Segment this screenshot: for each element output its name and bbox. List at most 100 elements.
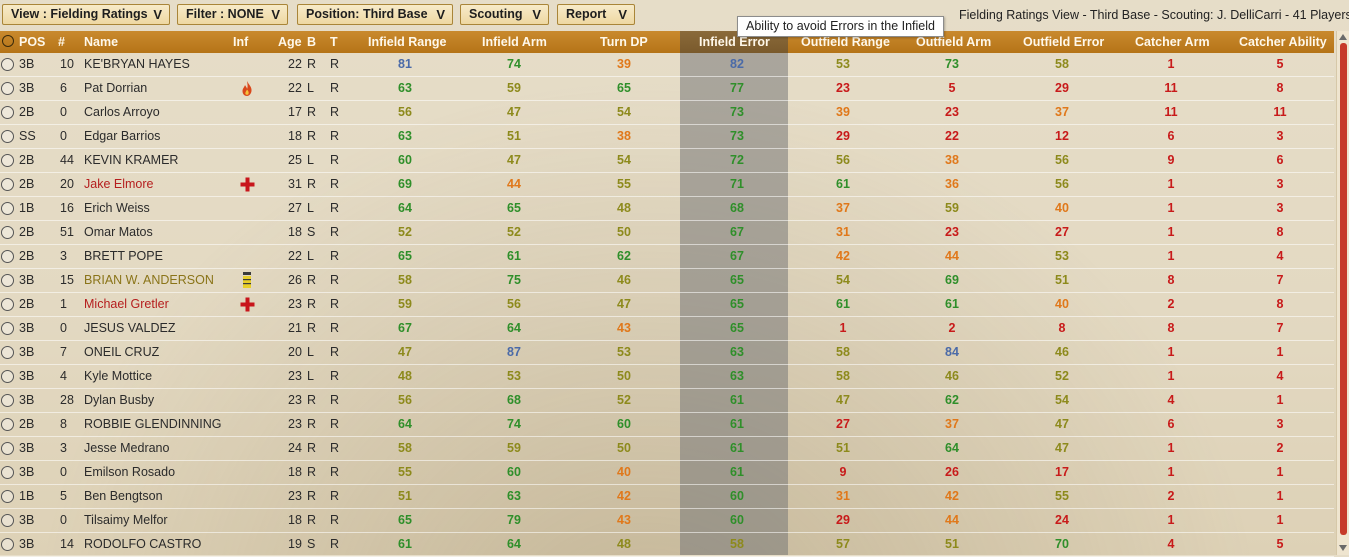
cell-ifr: 63: [398, 81, 412, 95]
table-row[interactable]: 3B 3 Jesse Medrano 24 R R 58 59 50 61 51 64 47 1 2: [0, 437, 1334, 461]
table-row[interactable]: 1B 16 Erich Weiss 27 L R 64 65 48 68 37 59 40 1 3: [0, 197, 1334, 221]
cell-ca: 6: [1167, 417, 1175, 431]
header-throws[interactable]: T: [330, 31, 338, 53]
row-select-radio[interactable]: [1, 322, 14, 335]
cell-name[interactable]: KEVIN KRAMER: [84, 149, 178, 172]
row-select-radio[interactable]: [1, 226, 14, 239]
cell-name[interactable]: Tilsaimy Melfor: [84, 509, 168, 532]
row-select-radio[interactable]: [1, 298, 14, 311]
cell-name[interactable]: Edgar Barrios: [84, 125, 160, 148]
table-row[interactable]: 2B 51 Omar Matos 18 S R 52 52 50 67 31 23 27 1 8: [0, 221, 1334, 245]
cell-name[interactable]: ONEIL CRUZ: [84, 341, 159, 364]
row-select-radio[interactable]: [1, 490, 14, 503]
row-select-radio[interactable]: [1, 274, 14, 287]
row-select-radio[interactable]: [1, 106, 14, 119]
view-dropdown[interactable]: View : Fielding Ratings V: [2, 4, 170, 25]
header-infield-range[interactable]: Infield Range: [368, 31, 446, 53]
table-row[interactable]: 2B 44 KEVIN KRAMER 25 L R 60 47 54 72 56 38 56 9 6: [0, 149, 1334, 173]
report-dropdown[interactable]: Report V: [557, 4, 635, 25]
cell-cab: 11: [1273, 105, 1287, 119]
cell-ifr: 69: [398, 177, 412, 191]
row-select-radio[interactable]: [1, 130, 14, 143]
header-turn-dp[interactable]: Turn DP: [600, 31, 648, 53]
table-row[interactable]: 2B 20 Jake Elmore 31 R R 69 44 55 71 61 36 56 1 3: [0, 173, 1334, 197]
table-row[interactable]: 3B 7 ONEIL CRUZ 20 L R 47 87 53 63 58 84 46 1 1: [0, 341, 1334, 365]
header-number[interactable]: #: [58, 31, 65, 53]
cell-name[interactable]: Jake Elmore: [84, 173, 153, 196]
row-select-radio[interactable]: [1, 514, 14, 527]
header-outfield-error[interactable]: Outfield Error: [1023, 31, 1104, 53]
scroll-up-arrow-icon[interactable]: [1339, 34, 1347, 40]
cell-bats: R: [307, 393, 317, 407]
row-select-radio[interactable]: [1, 202, 14, 215]
row-select-radio[interactable]: [1, 250, 14, 263]
cell-name[interactable]: Pat Dorrian: [84, 77, 147, 100]
table-row[interactable]: 3B 0 JESUS VALDEZ 21 R R 67 64 43 65 1 2 8 8 7: [0, 317, 1334, 341]
cell-name[interactable]: Erich Weiss: [84, 197, 150, 220]
table-row[interactable]: 3B 4 Kyle Mottice 23 L R 48 53 50 63 58 46 52 1 4: [0, 365, 1334, 389]
row-select-radio[interactable]: [1, 538, 14, 551]
header-pos[interactable]: POS: [19, 31, 45, 53]
cell-ofr: 31: [836, 489, 850, 503]
cell-name[interactable]: RODOLFO CASTRO: [84, 533, 201, 556]
scroll-down-arrow-icon[interactable]: [1339, 545, 1347, 551]
row-select-radio[interactable]: [1, 466, 14, 479]
table-row[interactable]: 1B 5 Ben Bengtson 23 R R 51 63 42 60 31 42 55 2 1: [0, 485, 1334, 509]
cell-ifr: 81: [398, 57, 412, 71]
table-row[interactable]: 3B 10 KE'BRYAN HAYES 22 R R 81 74 39 82 53 73 58 1 5: [0, 53, 1334, 77]
table-row[interactable]: 2B 3 BRETT POPE 22 L R 65 61 62 67 42 44 53 1 4: [0, 245, 1334, 269]
row-select-radio[interactable]: [1, 58, 14, 71]
cell-ca: 2: [1167, 297, 1175, 311]
cell-name[interactable]: BRIAN W. ANDERSON: [84, 269, 214, 292]
cell-name[interactable]: Kyle Mottice: [84, 365, 152, 388]
row-select-radio[interactable]: [1, 82, 14, 95]
row-select-radio[interactable]: [1, 370, 14, 383]
row-select-radio[interactable]: [1, 154, 14, 167]
select-all-radio-icon[interactable]: [2, 35, 14, 47]
table-row[interactable]: SS 0 Edgar Barrios 18 R R 63 51 38 73 29 22 12 6 3: [0, 125, 1334, 149]
cell-name[interactable]: JESUS VALDEZ: [84, 317, 175, 340]
header-bats[interactable]: B: [307, 31, 316, 53]
table-row[interactable]: 3B 0 Emilson Rosado 18 R R 55 60 40 61 9 26 17 1 1: [0, 461, 1334, 485]
position-dropdown[interactable]: Position: Third Base V: [297, 4, 453, 25]
cell-age: 17: [288, 105, 302, 119]
cell-name[interactable]: Emilson Rosado: [84, 461, 175, 484]
cell-name[interactable]: Omar Matos: [84, 221, 153, 244]
table-row[interactable]: 2B 1 Michael Gretler 23 R R 59 56 47 65 61 61 40 2 8: [0, 293, 1334, 317]
table-row[interactable]: 3B 0 Tilsaimy Melfor 18 R R 65 79 43 60 29 44 24 1 1: [0, 509, 1334, 533]
cell-tdp: 65: [617, 81, 631, 95]
cell-name[interactable]: Ben Bengtson: [84, 485, 163, 508]
cell-name[interactable]: Jesse Medrano: [84, 437, 169, 460]
header-catcher-arm[interactable]: Catcher Arm: [1135, 31, 1210, 53]
table-row[interactable]: 3B 14 RODOLFO CASTRO 19 S R 61 64 48 58 57 51 70 4 5: [0, 533, 1334, 557]
header-infield-arm[interactable]: Infield Arm: [482, 31, 547, 53]
scouting-dropdown-label: Scouting: [469, 7, 523, 21]
cell-name[interactable]: Dylan Busby: [84, 389, 154, 412]
cell-name[interactable]: Carlos Arroyo: [84, 101, 160, 124]
row-select-radio[interactable]: [1, 394, 14, 407]
table-row[interactable]: 3B 28 Dylan Busby 23 R R 56 68 52 61 47 62 54 4 1: [0, 389, 1334, 413]
row-select-radio[interactable]: [1, 442, 14, 455]
filter-dropdown[interactable]: Filter : NONE V: [177, 4, 288, 25]
header-name[interactable]: Name: [84, 31, 118, 53]
cell-number: 15: [60, 273, 74, 287]
cell-ca: 4: [1167, 537, 1175, 551]
table-row[interactable]: 2B 0 Carlos Arroyo 17 R R 56 47 54 73 39 23 37 11 11: [0, 101, 1334, 125]
cell-name[interactable]: Michael Gretler: [84, 293, 169, 316]
header-age[interactable]: Age: [278, 31, 302, 53]
row-select-radio[interactable]: [1, 346, 14, 359]
scouting-dropdown[interactable]: Scouting V: [460, 4, 549, 25]
cell-ife: 65: [730, 273, 744, 287]
header-inf[interactable]: Inf: [233, 31, 248, 53]
scroll-thumb[interactable]: [1340, 43, 1347, 535]
header-catcher-ability[interactable]: Catcher Ability: [1239, 31, 1327, 53]
row-select-radio[interactable]: [1, 418, 14, 431]
cell-name[interactable]: BRETT POPE: [84, 245, 163, 268]
cell-name[interactable]: KE'BRYAN HAYES: [84, 53, 190, 76]
row-select-radio[interactable]: [1, 178, 14, 191]
vertical-scrollbar[interactable]: [1336, 31, 1349, 555]
table-row[interactable]: 3B 15 BRIAN W. ANDERSON 26 R R 58 75 46 65 54 69 51 8…: [0, 269, 1334, 293]
table-row[interactable]: 3B 6 Pat Dorrian 22 L R 63 59 65 77 23 5 29 11 8: [0, 77, 1334, 101]
table-row[interactable]: 2B 8 ROBBIE GLENDINNING 23 R R 64 74 60 61 27 37 47 6…: [0, 413, 1334, 437]
cell-name[interactable]: ROBBIE GLENDINNING: [84, 413, 222, 436]
